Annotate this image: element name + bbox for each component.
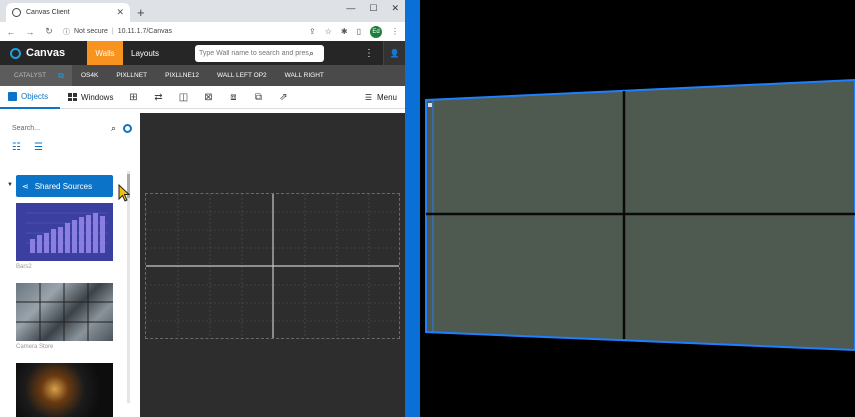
canvas-logo-icon (10, 47, 21, 59)
nav-walls[interactable]: Walls (87, 41, 123, 65)
address-bar[interactable]: ⓘ Not secure | 10.11.1.7/Canvas (63, 27, 300, 37)
source-caption: Bars2 (16, 264, 32, 270)
video-wall-screens (425, 78, 855, 352)
tab-objects-label: Objects (21, 91, 49, 101)
hamburger-icon: ☰ (364, 92, 372, 102)
source-item[interactable]: Bars2 (16, 203, 113, 270)
wall-tabs: CATALYST ⧉ OS4K PIXLLNET PIXLLNE12 WALL … (0, 65, 405, 86)
wall-tab-wall-left-op2[interactable]: WALL LEFT OP2 (208, 65, 276, 86)
source-search-actions: ⌕ (111, 123, 132, 134)
brand: Canvas (0, 47, 87, 59)
layout-canvas[interactable] (140, 113, 405, 417)
objects-icon (8, 91, 17, 101)
new-tab-button[interactable]: + (137, 5, 145, 20)
wall-tab-catalyst[interactable]: CATALYST ⧉ (0, 65, 72, 86)
wall-search-input[interactable] (199, 50, 309, 57)
menu-label: Menu (376, 92, 397, 102)
security-warning: Not secure (74, 28, 108, 35)
wall-layout-grid[interactable] (145, 193, 400, 339)
mouse-cursor-icon (118, 184, 130, 202)
wall-tab-wall-right[interactable]: WALL RIGHT (276, 65, 333, 86)
app-header: Canvas Walls Layouts ⌕ ⋮ 👤 (0, 41, 405, 65)
resize-icon[interactable]: ⧈ (227, 92, 239, 103)
objects-panel: Search... ⌕ ☷ ☰ ▼ ⋖ Shared Sources Bars2… (0, 113, 140, 417)
external-link-icon[interactable]: ⧉ (58, 71, 64, 81)
source-search[interactable]: Search... ⌕ (12, 123, 132, 134)
browser-menu-icon[interactable]: ⋮ (391, 27, 399, 36)
tab-windows-label: Windows (81, 92, 114, 102)
back-icon[interactable]: ← (6, 27, 16, 37)
search-icon[interactable]: ⌕ (111, 123, 116, 134)
user-icon[interactable]: 👤 (383, 41, 405, 65)
tab-objects[interactable]: Objects (0, 86, 60, 109)
refresh-icon[interactable] (123, 124, 132, 133)
browser-tab[interactable]: Canvas Client ✕ (6, 3, 130, 22)
screen: Canvas Client ✕ + — ☐ ✕ ← → ↻ ⓘ Not secu… (0, 0, 855, 417)
wall-tab-pixllne12[interactable]: PIXLLNE12 (156, 65, 208, 86)
extensions-icon[interactable]: ✱ (341, 27, 348, 36)
windows-grid-icon (68, 93, 77, 101)
forward-icon[interactable]: → (25, 27, 35, 37)
send-icon[interactable]: ⇗ (277, 92, 289, 103)
browser-tabbar: Canvas Client ✕ + — ☐ ✕ (0, 0, 405, 22)
share-icon[interactable]: ⇪ (309, 27, 316, 36)
canvas-toolbar: Objects Windows ⊞ ⇄ ◫ ⊠ ⧈ ⧉ ⇗ ☰ Menu (0, 86, 405, 109)
window-controls: — ☐ ✕ (346, 3, 399, 14)
swap-icon[interactable]: ⇄ (152, 92, 164, 103)
source-item[interactable]: Camera Store (16, 283, 113, 350)
source-search-input[interactable]: Search... (12, 125, 40, 132)
wall-search: ⌕ (195, 45, 324, 62)
source-thumbnail (16, 203, 113, 261)
star-icon[interactable]: ☆ (325, 27, 332, 36)
toolbar-tools: ⊞ ⇄ ◫ ⊠ ⧈ ⧉ ⇗ (121, 92, 289, 103)
globe-icon (12, 8, 21, 17)
sort-icon[interactable]: ☰ (34, 143, 44, 153)
browser-window: Canvas Client ✕ + — ☐ ✕ ← → ↻ ⓘ Not secu… (0, 0, 405, 417)
window-separator (405, 0, 420, 417)
sidebar-icon[interactable]: ▯ (357, 27, 361, 36)
search-icon[interactable]: ⌕ (309, 48, 314, 59)
minimize-button[interactable]: — (346, 3, 355, 14)
close-window-button[interactable]: ✕ (391, 3, 399, 14)
close-icon[interactable]: ✕ (116, 7, 124, 18)
source-item[interactable] (16, 363, 113, 417)
tab-windows[interactable]: Windows (60, 93, 121, 102)
address-url: 10.11.1.7/Canvas (117, 28, 173, 35)
add-window-icon[interactable]: ⊞ (127, 92, 139, 103)
maximize-button[interactable]: ☐ (369, 3, 377, 14)
address-separator: | (111, 28, 114, 35)
split-icon[interactable]: ◫ (177, 92, 189, 103)
filter-icon[interactable]: ☷ (12, 143, 22, 153)
shared-sources-label: Shared Sources (34, 181, 93, 191)
header-actions: ⋮ 👤 (355, 41, 405, 65)
browser-actions: ⇪ ☆ ✱ ▯ Ed ⋮ (309, 25, 399, 38)
scrollbar[interactable] (127, 171, 130, 403)
brand-name: Canvas (26, 47, 66, 59)
source-thumbnail (16, 363, 113, 417)
more-options-icon[interactable]: ⋮ (355, 48, 383, 59)
shared-sources-button[interactable]: ⋖ Shared Sources (16, 175, 113, 197)
address-bar-row: ← → ↻ ⓘ Not secure | 10.11.1.7/Canvas ⇪ … (0, 22, 405, 41)
wall-tab-label: CATALYST (14, 72, 47, 79)
arrange-icon[interactable]: ⧉ (252, 92, 264, 103)
filter-row: ☷ ☰ (12, 143, 44, 153)
reload-icon[interactable]: ↻ (44, 26, 54, 37)
wall-tab-pixllnet[interactable]: PIXLLNET (107, 65, 156, 86)
info-icon[interactable]: ⓘ (63, 27, 70, 37)
menu-button[interactable]: ☰ Menu (365, 93, 405, 102)
nav-layouts[interactable]: Layouts (123, 41, 167, 65)
source-caption: Camera Store (16, 344, 54, 350)
video-wall-preview (420, 0, 855, 417)
share-icon: ⋖ (22, 181, 29, 191)
wall-tab-os4k[interactable]: OS4K (72, 65, 107, 86)
remove-window-icon[interactable]: ⊠ (202, 92, 214, 103)
collapse-caret-icon[interactable]: ▼ (7, 182, 13, 188)
bar-chart-thumbnail (26, 212, 108, 253)
profile-avatar[interactable]: Ed (370, 25, 382, 38)
tab-title: Canvas Client (26, 9, 70, 16)
camera-grid-thumbnail (16, 283, 113, 341)
source-thumbnail (16, 283, 113, 341)
